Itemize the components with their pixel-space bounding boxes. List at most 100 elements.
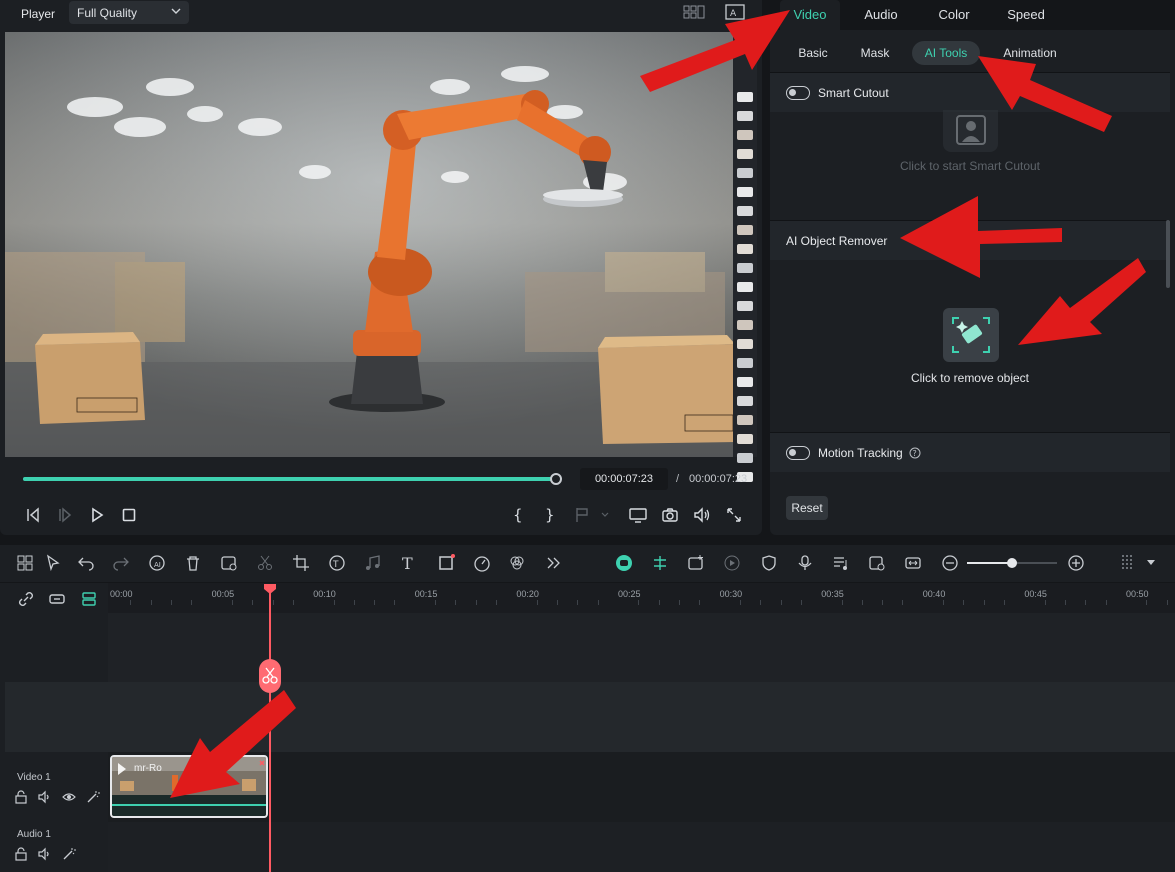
svg-text:{: { xyxy=(513,506,523,524)
mark-in-icon[interactable]: { xyxy=(510,506,526,524)
mute-icon[interactable] xyxy=(38,847,52,861)
track-manager-icon[interactable] xyxy=(80,590,98,608)
ai-copilot-icon[interactable] xyxy=(615,554,633,572)
smart-cutout-icon[interactable] xyxy=(943,110,998,152)
shield-icon[interactable] xyxy=(760,554,778,572)
subtab-ai-tools[interactable]: AI Tools xyxy=(912,41,980,65)
film-frame xyxy=(737,415,753,425)
magnet-link-icon[interactable] xyxy=(48,590,66,608)
quality-dropdown[interactable]: Full Quality xyxy=(69,1,189,24)
marker-icon[interactable] xyxy=(574,506,612,524)
chevron-down-icon[interactable] xyxy=(1147,560,1155,566)
motion-tracking-toggle[interactable] xyxy=(786,446,810,460)
ruler-tick xyxy=(1105,600,1107,605)
help-icon[interactable]: ? xyxy=(909,447,921,459)
subtab-mask[interactable]: Mask xyxy=(852,41,898,65)
add-media-icon[interactable] xyxy=(687,554,705,572)
lock-icon[interactable] xyxy=(14,847,28,861)
link-icon[interactable] xyxy=(17,590,35,608)
play-circle-icon[interactable] xyxy=(723,554,741,572)
mark-out-icon[interactable]: } xyxy=(542,506,558,524)
delete-icon[interactable] xyxy=(184,554,202,572)
text-track-icon[interactable]: T xyxy=(328,554,346,572)
film-frame xyxy=(737,282,753,292)
undo-icon[interactable] xyxy=(77,554,95,572)
video-clip[interactable]: mr-Ro xyxy=(110,755,268,818)
progress-handle[interactable] xyxy=(550,473,562,485)
previous-frame-icon[interactable] xyxy=(24,506,42,524)
current-time[interactable]: 00:00:07:23 xyxy=(580,468,668,490)
video-preview[interactable] xyxy=(5,32,757,457)
ruler-tick-label: 00:15 xyxy=(414,589,438,599)
aspect-ratio-icon[interactable]: A xyxy=(725,4,745,20)
fit-width-icon[interactable] xyxy=(904,554,922,572)
snapshot-icon[interactable] xyxy=(661,506,679,524)
film-frame xyxy=(737,453,753,463)
panel-scrollbar[interactable] xyxy=(1166,220,1170,288)
ruler-tick xyxy=(760,600,762,605)
tab-speed[interactable]: Speed xyxy=(1000,0,1052,30)
ai-cutout-icon[interactable] xyxy=(220,554,238,572)
ruler-tick xyxy=(861,600,863,605)
playhead[interactable] xyxy=(269,586,271,872)
tab-color[interactable]: Color xyxy=(928,0,980,30)
color-icon[interactable] xyxy=(508,554,526,572)
crop-icon[interactable] xyxy=(292,554,310,572)
ruler-tick xyxy=(557,600,559,605)
ruler-tick xyxy=(1146,600,1148,605)
smart-cutout-section: Smart Cutout xyxy=(770,72,1170,112)
fullscreen-icon[interactable] xyxy=(726,506,742,524)
zoom-in-icon[interactable] xyxy=(1067,554,1085,572)
film-frame xyxy=(737,206,753,216)
play-icon[interactable] xyxy=(88,506,106,524)
zoom-out-icon[interactable] xyxy=(941,554,959,572)
microphone-icon[interactable] xyxy=(796,554,814,572)
lock-icon[interactable] xyxy=(14,790,28,804)
volume-icon[interactable] xyxy=(693,506,711,524)
film-frame xyxy=(737,187,753,197)
stop-icon[interactable] xyxy=(120,506,138,524)
remove-object-icon[interactable] xyxy=(943,308,999,362)
mute-icon[interactable] xyxy=(38,790,52,804)
split-scissors-button[interactable] xyxy=(259,659,281,693)
grid-view-icon[interactable] xyxy=(683,5,705,19)
speed-icon[interactable] xyxy=(473,554,491,572)
film-frame xyxy=(737,320,753,330)
ruler-tick xyxy=(1085,600,1087,605)
ruler-tick xyxy=(394,600,396,605)
title-text-icon[interactable]: T xyxy=(400,554,418,572)
magic-wand-icon[interactable] xyxy=(86,790,100,804)
scissors-icon[interactable] xyxy=(256,554,274,572)
ruler-tick xyxy=(170,600,172,605)
video-track-label: Video 1 xyxy=(17,772,51,783)
playhead-handle[interactable] xyxy=(263,583,277,595)
redo-icon[interactable] xyxy=(112,554,130,572)
remove-object-label: Click to remove object xyxy=(910,371,1030,385)
smart-cutout-hint: Click to start Smart Cutout xyxy=(899,159,1041,173)
display-icon[interactable] xyxy=(628,506,648,524)
zoom-slider-handle[interactable] xyxy=(1007,558,1017,568)
reset-button[interactable]: Reset xyxy=(786,496,828,520)
ai-edit-icon[interactable]: AI xyxy=(148,554,166,572)
audio-note-icon[interactable] xyxy=(364,554,382,572)
tab-video[interactable]: Video xyxy=(780,0,840,30)
next-frame-icon[interactable] xyxy=(56,506,74,524)
film-frame xyxy=(737,225,753,235)
layout-icon[interactable] xyxy=(16,554,34,572)
select-tool-icon[interactable] xyxy=(45,554,63,572)
more-icon[interactable] xyxy=(544,554,562,572)
smart-cutout-toggle[interactable] xyxy=(786,86,810,100)
grid-density-icon[interactable] xyxy=(1118,554,1136,572)
audio-list-icon[interactable] xyxy=(832,554,850,572)
ruler-tick xyxy=(130,600,132,605)
visibility-eye-icon[interactable] xyxy=(62,790,76,804)
shape-icon[interactable] xyxy=(437,554,455,572)
tab-audio[interactable]: Audio xyxy=(855,0,907,30)
empty-track-lane[interactable] xyxy=(5,682,1175,752)
magic-wand-icon[interactable] xyxy=(62,847,76,861)
subtab-basic[interactable]: Basic xyxy=(790,41,836,65)
auto-reframe-icon[interactable] xyxy=(868,554,886,572)
split-screen-icon[interactable] xyxy=(651,554,669,572)
subtab-animation[interactable]: Animation xyxy=(996,41,1064,65)
ruler-tick xyxy=(475,600,477,605)
